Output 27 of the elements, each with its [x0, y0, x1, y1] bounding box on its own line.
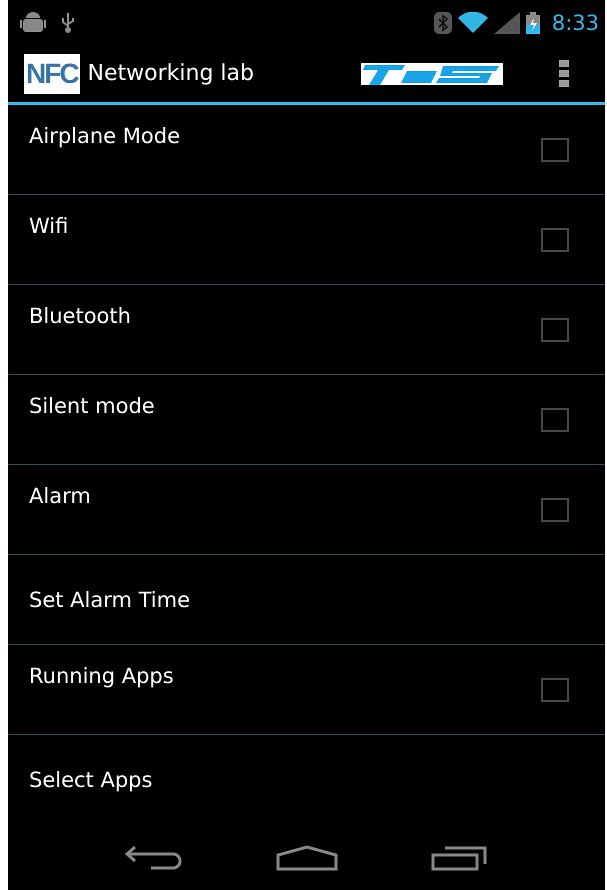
back-icon[interactable] — [124, 844, 182, 870]
setting-label: Airplane Mode — [29, 124, 180, 148]
clock-time: 8:33 — [552, 10, 599, 34]
setting-label[interactable]: Set Alarm Time — [29, 588, 190, 612]
usb-icon — [60, 12, 76, 34]
setting-label: Silent mode — [29, 394, 155, 418]
setting-label: Alarm — [29, 484, 91, 508]
android-robot-icon — [20, 12, 46, 34]
setting-label: Bluetooth — [29, 304, 131, 328]
setting-label: Wifi — [29, 214, 68, 238]
checkbox[interactable] — [541, 138, 569, 162]
battery-icon — [526, 12, 540, 34]
wifi-icon — [458, 12, 488, 34]
app-title: Networking lab — [88, 61, 255, 86]
checkbox[interactable] — [541, 318, 569, 342]
home-icon[interactable] — [276, 844, 338, 870]
recent-apps-icon[interactable] — [430, 844, 488, 870]
checkbox[interactable] — [541, 408, 569, 432]
setting-label[interactable]: Select Apps — [29, 768, 152, 792]
app-logo: NFC — [24, 54, 80, 94]
checkbox[interactable] — [541, 678, 569, 702]
signal-icon — [494, 12, 520, 34]
checkbox[interactable] — [541, 498, 569, 522]
checkbox[interactable] — [541, 228, 569, 252]
overflow-menu-icon[interactable] — [559, 60, 569, 88]
setting-label: Running Apps — [29, 664, 174, 688]
bluetooth-icon — [434, 12, 452, 34]
